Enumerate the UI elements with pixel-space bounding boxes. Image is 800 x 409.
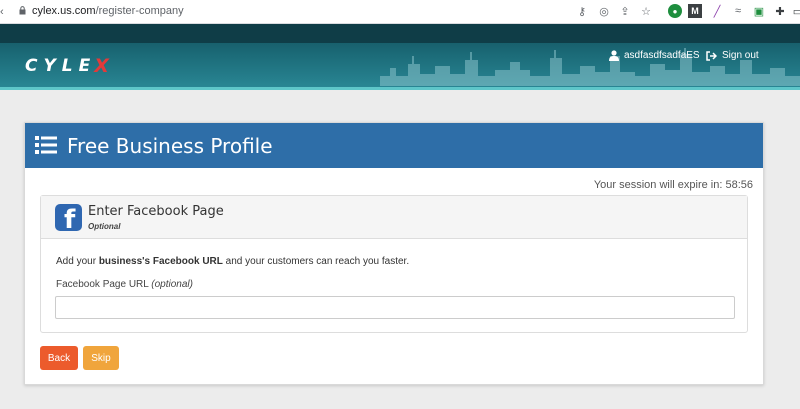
key-icon[interactable]: ⚷ xyxy=(575,4,589,18)
logo-text: CYLE xyxy=(25,56,97,76)
user-account-link[interactable]: asdfasdfsadfaES xyxy=(609,50,700,61)
facebook-url-input[interactable] xyxy=(55,296,735,319)
gmail-m-icon[interactable]: M xyxy=(688,4,702,18)
wave-icon[interactable]: ≈ xyxy=(731,4,745,18)
extension-green-icon[interactable]: ● xyxy=(668,4,682,18)
sign-out-label: Sign out xyxy=(722,50,759,61)
url-path: /register-company xyxy=(95,5,184,17)
list-icon xyxy=(35,136,57,154)
share-icon[interactable]: ⇪ xyxy=(618,4,632,18)
back-arrow-icon[interactable]: ‹ xyxy=(0,6,4,18)
back-button[interactable]: Back xyxy=(40,346,78,370)
business-profile-card: Free Business Profile Your session will … xyxy=(24,122,764,385)
pen-icon[interactable]: ╱ xyxy=(710,4,724,18)
url-domain: cylex.us.com xyxy=(32,5,96,17)
puzzle-icon[interactable]: ✚ xyxy=(773,4,787,18)
username-label: asdfasdfsadfaES xyxy=(624,50,700,61)
calendar-icon[interactable]: ▣ xyxy=(752,4,766,18)
lock-icon[interactable] xyxy=(19,6,26,15)
desc-text-start: Add your xyxy=(56,256,99,267)
star-icon[interactable]: ☆ xyxy=(639,4,653,18)
user-icon xyxy=(609,50,619,61)
sign-out-link[interactable]: Sign out xyxy=(706,50,759,61)
session-timer: Your session will expire in: 58:56 xyxy=(593,179,753,191)
card-header: Free Business Profile xyxy=(25,123,763,168)
field-label-optional: (optional) xyxy=(151,279,193,290)
logo-x-mark: X xyxy=(94,55,115,77)
facebook-url-label: Facebook Page URL (optional) xyxy=(56,279,193,290)
panel-header: f Enter Facebook Page Optional xyxy=(41,196,747,239)
site-header: CYLE X asdfasdfsadfaES Sign out xyxy=(0,24,800,90)
panel-description: Add your business's Facebook URL and you… xyxy=(56,256,409,267)
optional-badge: Optional xyxy=(88,222,121,231)
cylex-logo[interactable]: CYLE X xyxy=(25,55,115,77)
browser-address-bar: ‹ cylex.us.com/register-company ⚷ ◎ ⇪ ☆ … xyxy=(0,0,800,24)
panel-title: Enter Facebook Page xyxy=(88,204,224,219)
window-icon[interactable]: ▭ xyxy=(791,4,800,18)
header-top-strip xyxy=(0,24,800,43)
facebook-icon: f xyxy=(55,204,82,231)
url-field[interactable]: cylex.us.com/register-company xyxy=(32,5,184,17)
eye-off-icon[interactable]: ◎ xyxy=(597,4,611,18)
facebook-page-panel: f Enter Facebook Page Optional Add your … xyxy=(40,195,748,333)
desc-text-bold: business's Facebook URL xyxy=(98,256,223,267)
header-accent-line xyxy=(0,87,800,90)
skip-button[interactable]: Skip xyxy=(83,346,119,370)
field-label-text: Facebook Page URL xyxy=(56,279,152,290)
sign-out-icon xyxy=(706,50,717,61)
page-title: Free Business Profile xyxy=(67,134,273,158)
desc-text-end: and your customers can reach you faster. xyxy=(222,256,410,267)
